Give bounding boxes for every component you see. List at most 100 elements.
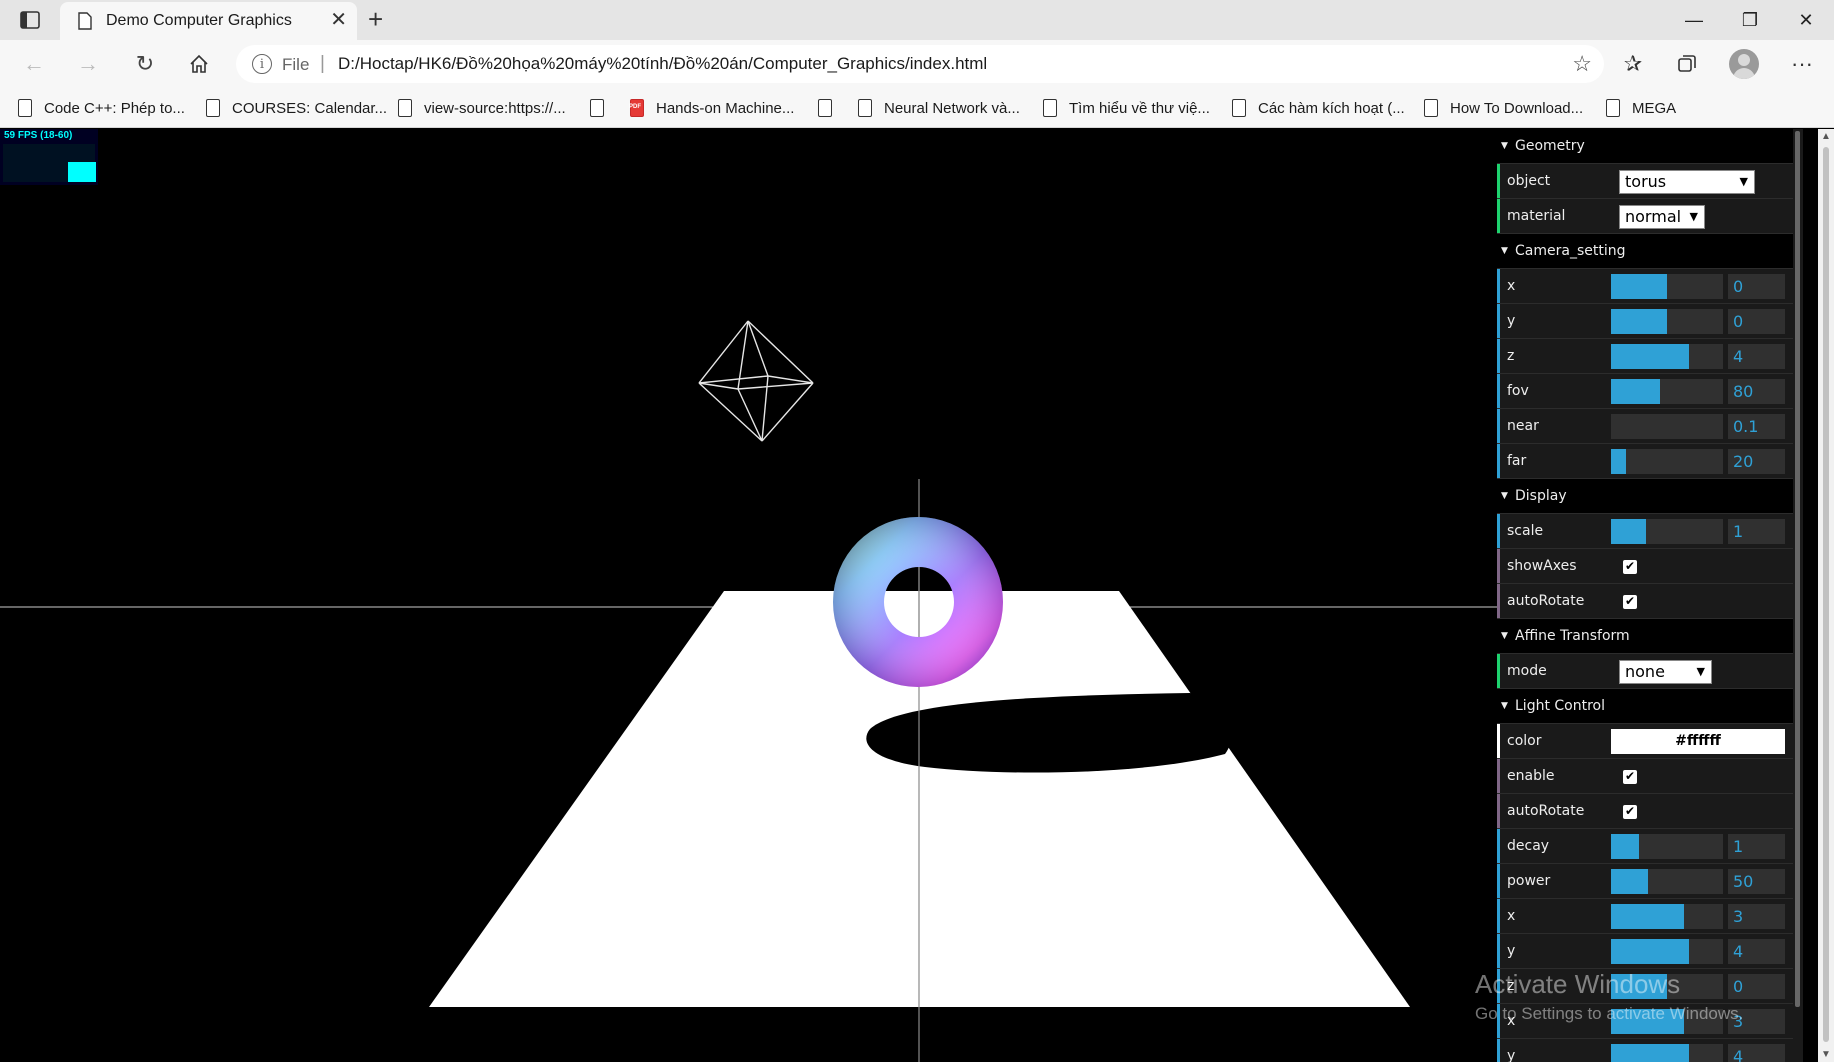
bookmark-item[interactable]: MEGA: [1606, 94, 1676, 122]
bookmark-item[interactable]: Hands-on Machine...: [629, 94, 794, 122]
page-scrollbar[interactable]: ▲ ▼: [1818, 129, 1834, 1062]
webgl-viewport[interactable]: 59 FPS (18-60) ▼ Geometry object torus ▼ m…: [0, 129, 1818, 1062]
control-label: decay: [1507, 838, 1550, 854]
light-x-input[interactable]: 3: [1728, 904, 1785, 929]
power-slider[interactable]: [1611, 869, 1723, 894]
control-label: autoRotate: [1507, 803, 1585, 819]
watermark-subtitle: Go to Settings to activate Windows.: [1475, 1004, 1744, 1023]
camera-z-input[interactable]: 4: [1728, 344, 1785, 369]
scroll-up-icon[interactable]: ▲: [1821, 131, 1831, 142]
camera-y-slider[interactable]: [1611, 309, 1723, 334]
bookmark-item[interactable]: [818, 94, 844, 122]
more-menu-button[interactable]: ···: [1784, 48, 1820, 80]
fov-input[interactable]: 80: [1728, 379, 1785, 404]
light-y-slider[interactable]: [1611, 939, 1723, 964]
tab-actions-icon: [20, 11, 40, 29]
camera-x-slider[interactable]: [1611, 274, 1723, 299]
light-x-slider[interactable]: [1611, 904, 1723, 929]
camera-z-slider[interactable]: [1611, 344, 1723, 369]
show-axes-checkbox[interactable]: ✔: [1623, 560, 1637, 574]
control-camera-near: near 0.1: [1497, 409, 1793, 444]
forward-button[interactable]: →: [70, 48, 106, 80]
bookmark-label: Code C++: Phép to...: [44, 99, 185, 117]
light-ry-input[interactable]: 4: [1728, 1044, 1785, 1062]
scale-input[interactable]: 1: [1728, 519, 1785, 544]
bookmark-item[interactable]: view-source:https://...: [398, 94, 566, 122]
bookmark-label: view-source:https://...: [424, 99, 566, 117]
near-slider[interactable]: [1611, 414, 1723, 439]
folder-affine-transform[interactable]: ▼ Affine Transform: [1497, 619, 1793, 654]
new-tab-button[interactable]: +: [368, 4, 383, 34]
folder-geometry[interactable]: ▼ Geometry: [1497, 129, 1793, 164]
bookmark-item[interactable]: How To Download...: [1424, 94, 1583, 122]
tab-actions-button[interactable]: [12, 6, 48, 34]
light-auto-rotate-checkbox[interactable]: ✔: [1623, 805, 1637, 819]
url-separator: |: [320, 53, 325, 74]
control-label: enable: [1507, 768, 1555, 784]
close-tab-icon[interactable]: ✕: [330, 10, 347, 30]
light-y-input[interactable]: 4: [1728, 939, 1785, 964]
bookmark-item[interactable]: Neural Network và...: [858, 94, 1020, 122]
object-select[interactable]: torus ▼: [1619, 170, 1755, 194]
bookmark-item[interactable]: COURSES: Calendar...: [206, 94, 387, 122]
camera-y-input[interactable]: 0: [1728, 309, 1785, 334]
folder-title: Affine Transform: [1515, 628, 1630, 644]
info-icon[interactable]: i: [252, 54, 272, 74]
favorites-icon: ✰: [1623, 51, 1643, 76]
folder-camera-setting[interactable]: ▼ Camera_setting: [1497, 234, 1793, 269]
back-button[interactable]: ←: [16, 48, 52, 80]
far-slider[interactable]: [1611, 449, 1723, 474]
gui-scrollbar[interactable]: [1793, 129, 1803, 1062]
add-favorite-icon[interactable]: ☆: [1572, 51, 1592, 77]
bookmark-label: Neural Network và...: [884, 99, 1020, 117]
fov-slider[interactable]: [1611, 379, 1723, 404]
fps-label: 59 FPS (18-60): [4, 130, 73, 141]
bookmark-label: Các hàm kích hoạt (...: [1258, 99, 1405, 117]
folder-display[interactable]: ▼ Display: [1497, 479, 1793, 514]
page-scroll-thumb[interactable]: [1823, 147, 1829, 1042]
window-close-button[interactable]: ✕: [1778, 0, 1834, 40]
3d-scene[interactable]: [0, 129, 1497, 1062]
collections-button[interactable]: [1669, 48, 1705, 80]
fps-stats-panel[interactable]: 59 FPS (18-60): [0, 129, 98, 185]
url-text[interactable]: D:/Hoctap/HK6/Đồ%20họa%20máy%20tính/Đồ%2…: [338, 54, 987, 74]
decay-input[interactable]: 1: [1728, 834, 1785, 859]
light-ry-slider[interactable]: [1611, 1044, 1723, 1062]
light-enable-checkbox[interactable]: ✔: [1623, 770, 1637, 784]
address-bar-row: ← → ↻ i File | D:/Hoctap/HK6/Đồ%20họa%20…: [0, 40, 1834, 88]
caret-down-icon: ▼: [1501, 631, 1508, 641]
gui-scroll-thumb[interactable]: [1795, 131, 1800, 1007]
far-input[interactable]: 20: [1728, 449, 1785, 474]
auto-rotate-checkbox[interactable]: ✔: [1623, 595, 1637, 609]
folder-light-control[interactable]: ▼ Light Control: [1497, 689, 1793, 724]
bookmark-label: COURSES: Calendar...: [232, 99, 388, 117]
decay-slider[interactable]: [1611, 834, 1723, 859]
profile-avatar[interactable]: [1729, 49, 1759, 79]
control-light-color: color #ffffff: [1497, 724, 1793, 759]
favorites-button[interactable]: ✰: [1615, 48, 1651, 80]
refresh-button[interactable]: ↻: [127, 48, 163, 80]
material-select[interactable]: normal ▼: [1619, 205, 1705, 229]
light-color-input[interactable]: #ffffff: [1611, 729, 1785, 754]
url-field[interactable]: i File | D:/Hoctap/HK6/Đồ%20họa%20máy%20…: [236, 45, 1604, 83]
scale-slider[interactable]: [1611, 519, 1723, 544]
mode-select[interactable]: none ▼: [1619, 660, 1712, 684]
forward-arrow-icon: →: [77, 51, 99, 76]
scroll-down-icon[interactable]: ▼: [1821, 1049, 1831, 1060]
folder-title: Geometry: [1515, 138, 1585, 154]
bookmark-item[interactable]: Code C++: Phép to...: [18, 94, 185, 122]
browser-tab-active[interactable]: Demo Computer Graphics ✕: [60, 2, 357, 40]
minimize-button[interactable]: —: [1666, 0, 1722, 40]
control-label: y: [1507, 943, 1516, 959]
near-input[interactable]: 0.1: [1728, 414, 1785, 439]
page-icon: [1043, 99, 1057, 117]
control-camera-y: y0: [1497, 304, 1793, 339]
restore-button[interactable]: ❐: [1722, 0, 1778, 40]
bookmark-item[interactable]: Tìm hiểu về thư việ...: [1043, 94, 1210, 122]
home-button[interactable]: [181, 48, 217, 80]
power-input[interactable]: 50: [1728, 869, 1785, 894]
camera-x-input[interactable]: 0: [1728, 274, 1785, 299]
page-icon: [1424, 99, 1438, 117]
bookmark-item[interactable]: [590, 94, 616, 122]
bookmark-item[interactable]: Các hàm kích hoạt (...: [1232, 94, 1405, 122]
